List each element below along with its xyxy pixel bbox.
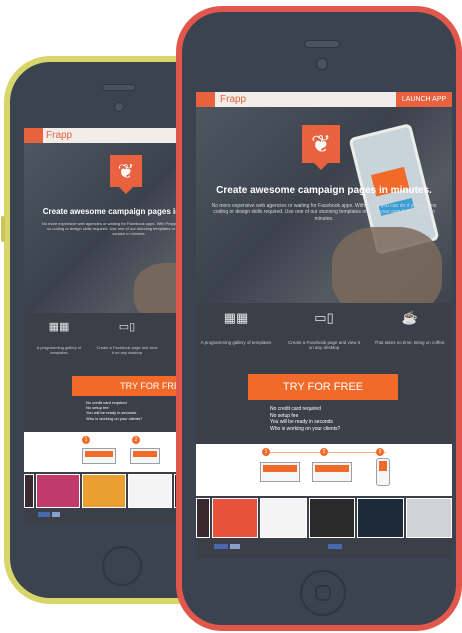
devices-icon: ▭▯: [314, 310, 334, 325]
feature-label: A programming gallery of templates: [200, 340, 272, 345]
home-button[interactable]: [300, 570, 346, 616]
devices-icon: ▭▯: [118, 321, 136, 333]
template-thumbnail[interactable]: [405, 498, 452, 538]
feature-3: ☕ That takes no time. Bring on coffee.: [372, 310, 448, 345]
checklist: No credit card required No setup fee You…: [270, 406, 340, 432]
coffee-icon: ☕: [401, 310, 419, 325]
phone-front-screen: Frapp LAUNCH APP ❦ Create awesome campai…: [196, 92, 452, 558]
feature-2: ▭▯ Create a Facebook page and view it on…: [96, 320, 158, 355]
monitor-preview: [130, 448, 160, 464]
subtext: No more expensive web agencies or waitin…: [211, 203, 437, 222]
features-row: ▦▦ A programming gallery of templates ▭▯…: [196, 310, 452, 366]
template-thumbnail[interactable]: [212, 498, 259, 538]
facebook-like-button[interactable]: [328, 544, 342, 549]
try-for-free-button[interactable]: TRY FOR FREE: [248, 374, 398, 400]
feature-label: That takes no time. Bring on coffee.: [374, 340, 446, 345]
template-thumbnail[interactable]: [24, 474, 34, 508]
home-square-icon: [315, 585, 331, 601]
desktop-preview: [82, 448, 116, 464]
template-thumbnail[interactable]: [82, 474, 126, 508]
how-it-works-band: 1 2 3: [196, 444, 452, 496]
quill-icon[interactable]: [24, 128, 43, 143]
quill-logo-icon: ❦: [110, 155, 142, 194]
phone-front-body: Frapp LAUNCH APP ❦ Create awesome campai…: [182, 12, 456, 625]
step-2-badge: 2: [320, 448, 328, 456]
checklist-item: Who is working on your clients?: [86, 415, 143, 421]
template-thumbnail[interactable]: [128, 474, 172, 508]
hero-section: ❦ Create awesome campaign pages in minut…: [196, 107, 452, 303]
feature-1: ▦▦ A programming gallery of templates: [28, 320, 90, 355]
step-2-badge: 2: [132, 436, 140, 444]
quill-icon[interactable]: [196, 92, 215, 107]
home-button[interactable]: [102, 546, 142, 586]
template-thumbnail[interactable]: [308, 498, 356, 538]
facebook-like-button[interactable]: [214, 544, 228, 549]
launch-app-button[interactable]: LAUNCH APP: [396, 92, 452, 107]
checklist: No credit card required No setup fee You…: [86, 400, 142, 421]
step-1-badge: 1: [82, 436, 90, 444]
feature-2: ▭▯ Create a Facebook page and view it on…: [286, 310, 362, 350]
brand-name: Frapp: [220, 94, 247, 105]
facebook-like-button[interactable]: [38, 512, 50, 517]
brand-name: Frapp: [46, 130, 73, 141]
share-button[interactable]: [52, 512, 60, 517]
gallery-icon: ▦▦: [48, 321, 70, 333]
phone-front: Frapp LAUNCH APP ❦ Create awesome campai…: [176, 6, 462, 631]
mobile-preview: [376, 458, 390, 486]
feature-1: ▦▦ A programming gallery of templates: [200, 310, 272, 345]
step-3-badge: 3: [376, 448, 384, 456]
feature-label: Create a Facebook page and view it on an…: [287, 340, 361, 350]
camera-icon: [316, 58, 328, 70]
template-gallery: [196, 498, 452, 538]
checklist-item: You will be ready in seconds: [270, 419, 333, 425]
top-bar: Frapp LAUNCH APP: [196, 92, 452, 107]
step-1-badge: 1: [262, 448, 270, 456]
desktop-preview: [260, 462, 300, 482]
feature-label: Create a Facebook page and view it on an…: [96, 345, 158, 355]
gallery-icon: ▦▦: [223, 310, 249, 325]
checklist-item: Who is working on your clients?: [270, 425, 341, 432]
hand-image: [332, 227, 442, 303]
quill-logo-icon: ❦: [302, 125, 340, 170]
template-thumbnail[interactable]: [36, 474, 80, 508]
camera-icon: [114, 102, 124, 112]
template-thumbnail[interactable]: [260, 498, 307, 538]
monitor-preview: [312, 462, 352, 482]
speaker-grille: [304, 40, 340, 48]
feature-label: A programming gallery of templates: [36, 345, 82, 355]
speaker-grille: [102, 84, 136, 91]
checklist-item: You will be ready in seconds: [86, 410, 137, 416]
headline: Create awesome campaign pages in minutes…: [216, 185, 432, 196]
share-button[interactable]: [230, 544, 240, 549]
template-thumbnail[interactable]: [357, 498, 404, 538]
volume-button: [1, 216, 5, 242]
template-thumbnail[interactable]: [196, 498, 210, 538]
